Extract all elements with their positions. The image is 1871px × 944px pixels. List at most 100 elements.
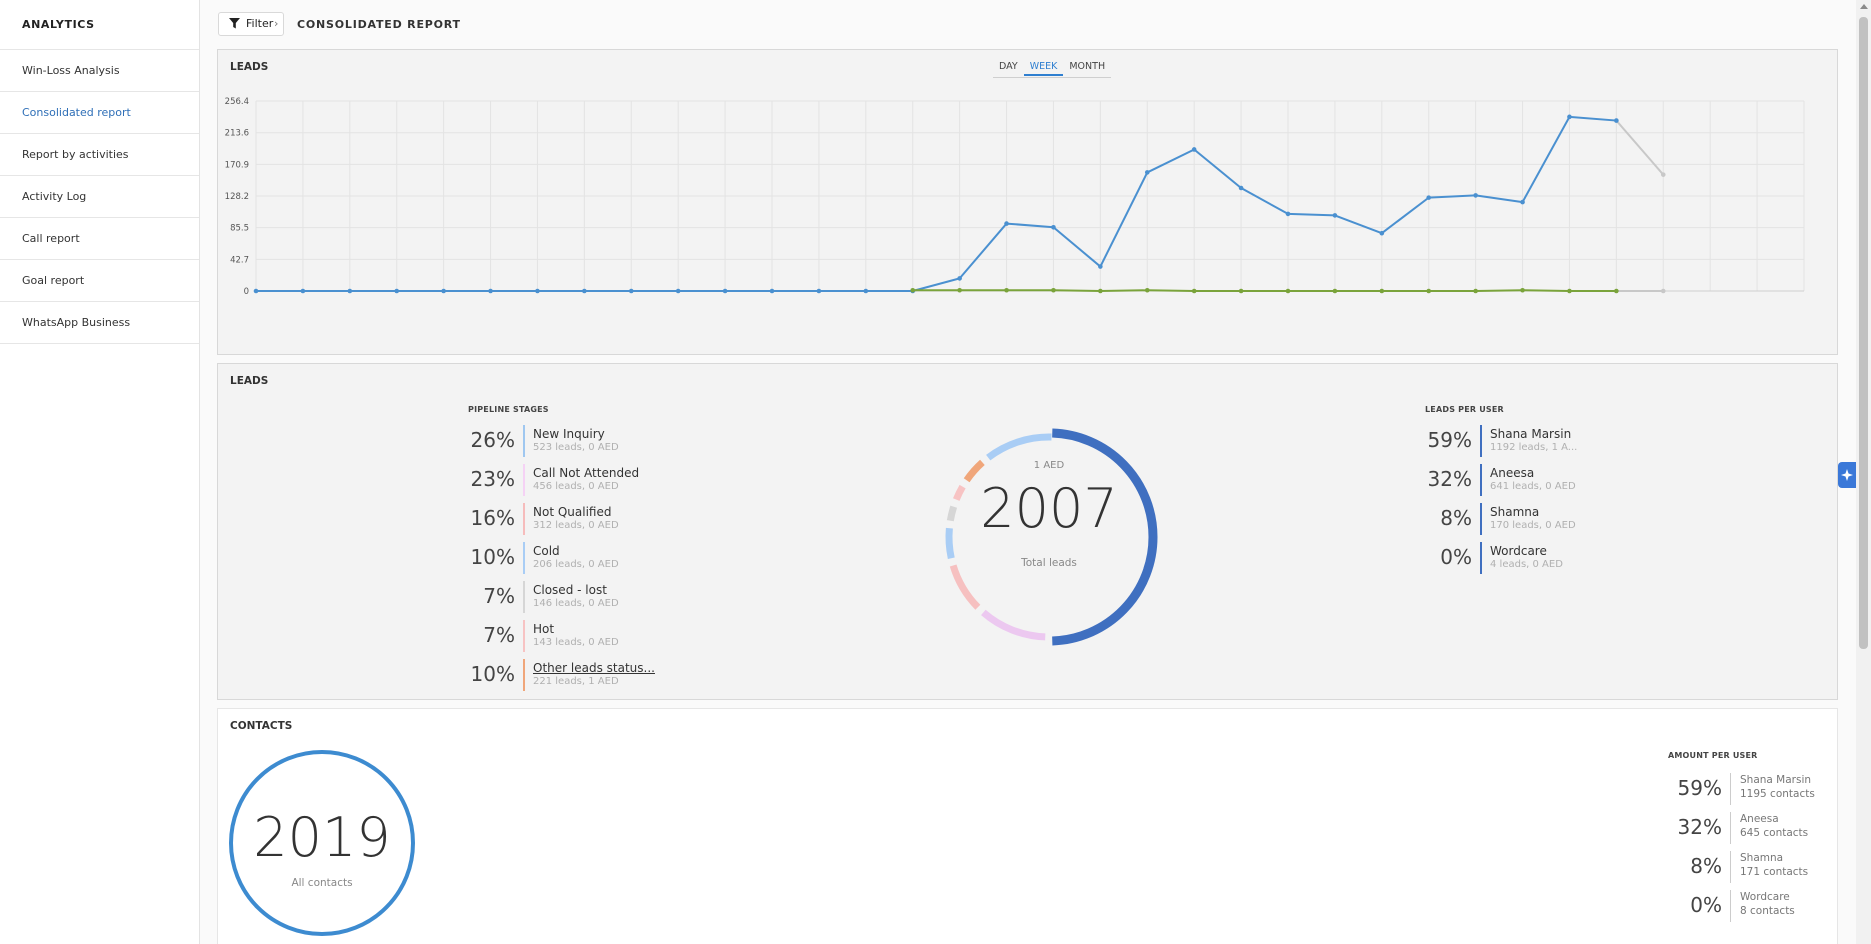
data-point[interactable]: [1332, 213, 1338, 218]
stage-details: 456 leads, 0 AED: [533, 481, 619, 492]
stage-percent: 16%: [470, 506, 515, 530]
data-point[interactable]: [1191, 147, 1197, 152]
sidebar-item-activity-log[interactable]: Activity Log: [0, 176, 199, 218]
series-line-segment: [1615, 119, 1665, 176]
data-point[interactable]: [1285, 288, 1291, 294]
data-point[interactable]: [1191, 288, 1197, 294]
data-point[interactable]: [1567, 114, 1572, 120]
stage-name: Closed - lost: [533, 583, 607, 597]
contacts-title: CONTACTS: [230, 720, 293, 732]
user-color-bar: [1480, 464, 1482, 496]
data-point[interactable]: [1144, 170, 1150, 175]
data-point[interactable]: [1520, 287, 1525, 293]
user-percent: 8%: [1440, 506, 1472, 530]
data-point[interactable]: [628, 288, 634, 294]
stage-name: Cold: [533, 544, 560, 558]
data-point[interactable]: [1660, 288, 1666, 294]
stage-color-bar: [523, 503, 525, 535]
stage-color-bar: [523, 425, 525, 457]
data-point[interactable]: [1098, 288, 1103, 294]
main-content: Filter › CONSOLIDATED REPORT 0 42.7 85.5 12…: [200, 0, 1856, 944]
data-point[interactable]: [957, 287, 962, 293]
stage-percent: 7%: [483, 584, 515, 608]
data-point[interactable]: [1473, 288, 1478, 294]
leads-per-user-heading: LEADS PER USER: [1425, 405, 1504, 414]
series-line-segment: [1053, 289, 1101, 292]
data-point[interactable]: [1379, 288, 1385, 294]
data-point[interactable]: [1520, 199, 1525, 205]
sidebar-item-whatsapp[interactable]: WhatsApp Business: [0, 302, 199, 344]
data-point[interactable]: [1051, 287, 1056, 293]
stage-name: Call Not Attended: [533, 466, 640, 480]
data-point[interactable]: [253, 288, 259, 294]
scrollbar-thumb[interactable]: [1859, 17, 1868, 649]
data-point[interactable]: [582, 288, 587, 294]
data-point[interactable]: [1004, 287, 1009, 293]
data-point[interactable]: [1098, 264, 1103, 269]
data-point[interactable]: [957, 276, 962, 281]
sparkle-icon: [1841, 469, 1853, 481]
data-point[interactable]: [347, 288, 353, 294]
data-point[interactable]: [1473, 193, 1478, 198]
data-point[interactable]: [1614, 118, 1619, 123]
stage-percent: 10%: [470, 662, 515, 686]
filter-button[interactable]: Filter ›: [218, 12, 284, 36]
data-point[interactable]: [535, 288, 540, 294]
donut-segment[interactable]: [949, 564, 981, 610]
tab-week[interactable]: WEEK: [1023, 60, 1064, 76]
y-tick-label: 42.7: [230, 255, 249, 265]
data-point[interactable]: [863, 288, 869, 294]
data-point[interactable]: [488, 288, 493, 294]
leads-chart-panel: 0 42.7 85.5 128.2 170.9 213.6 256.4 LEADS DAY …: [217, 49, 1838, 355]
data-point[interactable]: [1614, 288, 1619, 294]
stage-details: 146 leads, 0 AED: [533, 598, 619, 609]
data-point[interactable]: [1379, 230, 1385, 236]
sidebar-item-win-loss[interactable]: Win-Loss Analysis: [0, 50, 199, 92]
page-scrollbar[interactable]: [1856, 0, 1871, 944]
sidebar-item-activities[interactable]: Report by activities: [0, 134, 199, 176]
sidebar-item-consolidated[interactable]: Consolidated report: [0, 92, 199, 134]
other-statuses-link[interactable]: Other leads status...: [533, 661, 655, 675]
sidebar-item-goal-report[interactable]: Goal report: [0, 260, 199, 302]
assistant-widget-button[interactable]: [1838, 462, 1856, 488]
data-point[interactable]: [394, 288, 400, 294]
tab-day[interactable]: DAY: [993, 60, 1024, 76]
user-name: Wordcare: [1490, 544, 1547, 558]
data-point[interactable]: [1238, 185, 1244, 191]
series-line-segment: [1334, 214, 1383, 235]
y-tick-label: 0: [244, 287, 249, 297]
contact-user-count: 171 contacts: [1740, 866, 1809, 878]
user-details: 170 leads, 0 AED: [1490, 520, 1576, 531]
contact-user-count: 8 contacts: [1740, 905, 1795, 917]
data-point[interactable]: [1285, 211, 1291, 217]
sidebar-item-call-report[interactable]: Call report: [0, 218, 199, 260]
donut-segment[interactable]: [986, 433, 1052, 461]
donut-segment[interactable]: [981, 609, 1046, 641]
y-tick-label: 85.5: [230, 224, 249, 234]
data-point[interactable]: [441, 288, 446, 294]
data-point[interactable]: [1238, 288, 1244, 294]
data-point[interactable]: [1426, 195, 1432, 200]
data-point[interactable]: [1660, 172, 1666, 177]
data-point[interactable]: [1004, 221, 1009, 226]
tab-month[interactable]: MONTH: [1063, 60, 1111, 76]
data-point[interactable]: [1426, 288, 1432, 294]
filter-icon: [229, 18, 240, 29]
data-point[interactable]: [1567, 288, 1572, 294]
series-line-segment: [1475, 289, 1523, 292]
data-point[interactable]: [1144, 287, 1150, 293]
data-point[interactable]: [300, 288, 306, 294]
pipeline-stages-heading: PIPELINE STAGES: [468, 405, 549, 414]
data-point[interactable]: [1332, 288, 1338, 294]
series-line-segment: [1052, 226, 1102, 268]
data-point[interactable]: [769, 288, 775, 294]
data-point[interactable]: [1051, 224, 1056, 230]
contact-user-count: 645 contacts: [1740, 827, 1809, 839]
data-point[interactable]: [910, 287, 916, 293]
data-point[interactable]: [816, 288, 822, 294]
data-point[interactable]: [675, 288, 681, 294]
series-line-segment: [958, 222, 1008, 280]
scroll-up-arrow-icon[interactable]: [1860, 4, 1868, 9]
leads-pipeline-panel: LEADS PIPELINE STAGES 26% New Inquiry 52…: [217, 363, 1838, 700]
data-point[interactable]: [722, 288, 728, 294]
